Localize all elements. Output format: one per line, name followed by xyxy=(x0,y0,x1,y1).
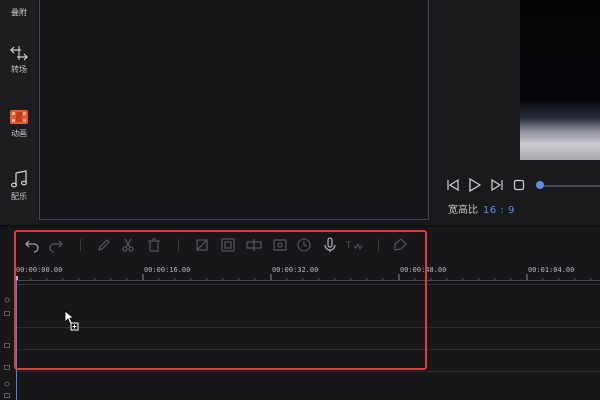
rewind-icon[interactable] xyxy=(446,178,460,192)
sidebar-item-music[interactable]: 配乐 xyxy=(0,169,38,201)
aspect-ratio-value[interactable]: 16 : 9 xyxy=(483,205,515,216)
track-eye-icon[interactable] xyxy=(3,380,11,388)
highlight-box xyxy=(14,230,427,370)
transition-icon xyxy=(10,46,28,61)
sidebar-item-label: 叠附 xyxy=(11,8,27,17)
animation-icon xyxy=(10,110,28,124)
video-preview xyxy=(520,0,600,160)
progress-track[interactable] xyxy=(540,185,600,187)
aspect-ratio-label: 宽高比 xyxy=(448,205,478,216)
preview-canvas[interactable] xyxy=(39,0,429,220)
sidebar-item-label: 转场 xyxy=(11,65,27,74)
ruler-tick-label: 00:01:04.00 xyxy=(528,266,575,274)
sidebar-item-overlay[interactable]: 叠附 xyxy=(0,0,38,17)
track-lock-icon[interactable] xyxy=(3,390,11,398)
sidebar-item-label: 动画 xyxy=(11,129,27,138)
sidebar-item-label: 配乐 xyxy=(11,192,27,201)
sidebar-item-transition[interactable]: 转场 xyxy=(0,44,38,74)
forward-icon[interactable] xyxy=(490,178,504,192)
track-audio-icon[interactable] xyxy=(3,340,11,348)
track-audio-icon[interactable] xyxy=(3,362,11,370)
play-icon[interactable] xyxy=(467,178,481,192)
left-tool-rail: 叠附 转场 动画 配乐 xyxy=(0,0,38,225)
sidebar-item-animation[interactable]: 动画 xyxy=(0,108,38,138)
track-lock-icon[interactable] xyxy=(3,308,11,316)
music-icon xyxy=(10,170,28,188)
track-eye-icon[interactable] xyxy=(3,296,11,304)
aspect-ratio[interactable]: 宽高比 16 : 9 xyxy=(448,201,515,216)
track-divider xyxy=(14,371,600,372)
progress-knob[interactable] xyxy=(536,181,544,189)
playback-controls xyxy=(440,176,600,196)
stop-icon[interactable] xyxy=(512,178,526,192)
